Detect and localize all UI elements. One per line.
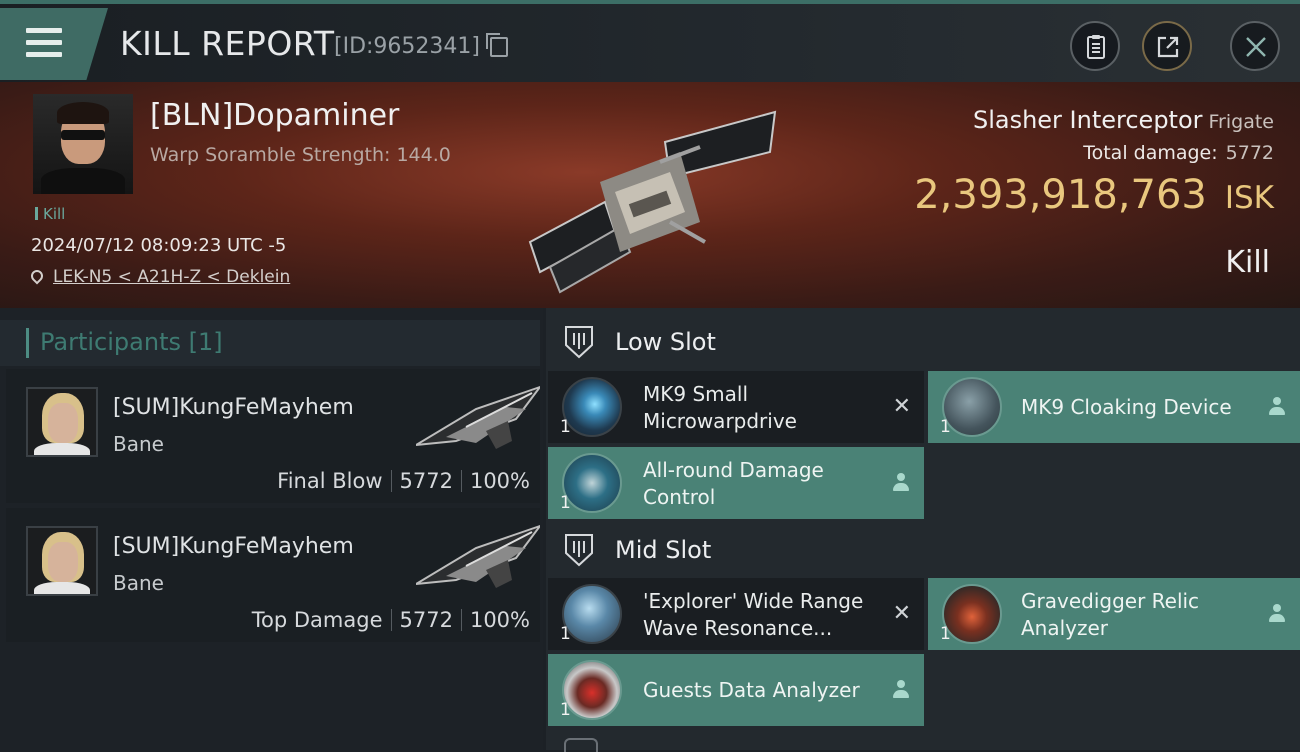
module-item[interactable]: 1 MK9 Cloaking Device bbox=[928, 371, 1300, 443]
module-name: Gravedigger Relic Analyzer bbox=[1021, 588, 1199, 642]
relic-analyzer-icon bbox=[942, 584, 1002, 644]
module-quantity: 1 bbox=[560, 493, 571, 513]
result-label: Kill bbox=[1225, 245, 1270, 280]
module-name-line1: Gravedigger Relic bbox=[1021, 589, 1200, 613]
participant-row[interactable]: [SUM]KungFeMayhem Bane Final Blow 5772 100… bbox=[6, 369, 540, 503]
ship-class: Frigate bbox=[1208, 111, 1274, 133]
module-name: Guests Data Analyzer bbox=[643, 678, 860, 702]
module-name: MK9 Small Microwarpdrive bbox=[643, 381, 797, 435]
module-name-line1: All-round Damage bbox=[643, 458, 824, 482]
participant-row[interactable]: [SUM]KungFeMayhem Bane Top Damage 5772 100… bbox=[6, 508, 540, 642]
module-quantity: 1 bbox=[560, 417, 571, 437]
module-item[interactable]: 1 'Explorer' Wide Range Wave Resonance...… bbox=[548, 578, 924, 650]
participant-name: [SUM]KungFeMayhem bbox=[113, 395, 354, 420]
module-name-line1: 'Explorer' Wide Range bbox=[643, 589, 864, 613]
participant-stats: Final Blow 5772 100% bbox=[277, 469, 530, 493]
participant-ship: Bane bbox=[113, 571, 164, 595]
participants-panel: Participants [1] [SUM]KungFeMayhem Bane … bbox=[0, 308, 543, 750]
mid-slot-icon bbox=[565, 534, 593, 567]
module-name-line2: Control bbox=[643, 485, 716, 509]
cloaking-device-icon bbox=[942, 377, 1002, 437]
participant-ship-image bbox=[416, 385, 540, 449]
module-quantity: 1 bbox=[940, 417, 951, 437]
module-item[interactable]: 1 All-round Damage Control bbox=[548, 447, 924, 519]
module-name: MK9 Cloaking Device bbox=[1021, 395, 1232, 419]
module-name-line2: Analyzer bbox=[1021, 616, 1109, 640]
module-quantity: 1 bbox=[940, 624, 951, 644]
victim-summary: [BLN]Dopaminer Warp Soramble Strength: 1… bbox=[0, 82, 1300, 308]
module-item[interactable]: 1 Gravedigger Relic Analyzer bbox=[928, 578, 1300, 650]
participant-ship: Bane bbox=[113, 432, 164, 456]
module-name: All-round Damage Control bbox=[643, 457, 824, 511]
clipboard-button[interactable] bbox=[1070, 21, 1120, 71]
total-damage-label: Total damage: bbox=[1083, 142, 1218, 164]
wave-resonance-icon bbox=[562, 584, 622, 644]
dropped-pilot-icon bbox=[892, 680, 910, 700]
participant-stats: Top Damage 5772 100% bbox=[252, 608, 530, 632]
module-name-line2: Microwarpdrive bbox=[643, 409, 797, 433]
victim-ship-image bbox=[528, 110, 777, 294]
close-button[interactable] bbox=[1230, 21, 1280, 71]
share-button[interactable] bbox=[1142, 21, 1192, 71]
victim-ship[interactable]: Slasher Interceptor Frigate bbox=[973, 106, 1274, 134]
module-item[interactable]: 1 MK9 Small Microwarpdrive ✕ bbox=[548, 371, 924, 443]
participant-name: [SUM]KungFeMayhem bbox=[113, 534, 354, 559]
module-name-line2: Wave Resonance... bbox=[643, 616, 833, 640]
kill-location[interactable]: LEK-N5 < A21H-Z < Deklein bbox=[31, 267, 290, 287]
top-bar: KILL REPORT [ID:9652341] bbox=[0, 0, 1300, 82]
isk-unit: ISK bbox=[1224, 180, 1274, 216]
mid-slot-title: Mid Slot bbox=[615, 536, 712, 564]
module-name-line1: MK9 Small bbox=[643, 382, 748, 406]
destroyed-icon: ✕ bbox=[892, 394, 911, 419]
menu-button[interactable] bbox=[0, 8, 108, 80]
stat-label: Final Blow bbox=[277, 469, 383, 493]
stat-damage: 5772 bbox=[399, 469, 453, 493]
stat-percent: 100% bbox=[469, 469, 530, 493]
kill-timestamp: 2024/07/12 08:09:23 UTC -5 bbox=[31, 235, 287, 256]
close-icon bbox=[1246, 37, 1266, 57]
low-slot-title: Low Slot bbox=[615, 328, 716, 356]
dropped-pilot-icon bbox=[892, 473, 910, 493]
participants-title: Participants [1] bbox=[40, 328, 223, 356]
page-title: KILL REPORT bbox=[120, 24, 335, 63]
report-id: [ID:9652341] bbox=[334, 34, 480, 59]
copy-icon[interactable] bbox=[486, 33, 508, 57]
module-quantity: 1 bbox=[560, 624, 571, 644]
hamburger-icon bbox=[26, 28, 62, 64]
dropped-pilot-icon bbox=[1268, 604, 1286, 624]
mid-slot-header: Mid Slot bbox=[546, 520, 1300, 580]
participants-header: Participants [1] bbox=[0, 320, 540, 366]
module-name: 'Explorer' Wide Range Wave Resonance... bbox=[643, 588, 863, 642]
destroyed-icon: ✕ bbox=[892, 601, 911, 626]
microwarpdrive-icon bbox=[562, 377, 622, 437]
clipboard-icon bbox=[1087, 35, 1105, 59]
low-slot-header: Low Slot bbox=[546, 312, 1300, 372]
damage-control-icon bbox=[562, 453, 622, 513]
participant-avatar[interactable] bbox=[26, 387, 98, 457]
module-quantity: 1 bbox=[560, 700, 571, 720]
total-damage: Total damage: 5772 bbox=[1083, 142, 1274, 164]
ship-name: Slasher Interceptor bbox=[972, 106, 1203, 134]
stat-damage: 5772 bbox=[399, 608, 453, 632]
isk-value: 2,393,918,763 ISK bbox=[914, 172, 1274, 218]
participant-ship-image bbox=[416, 524, 540, 588]
kill-tag: Kill bbox=[35, 205, 65, 223]
location-link[interactable]: LEK-N5 < A21H-Z < Deklein bbox=[53, 267, 290, 287]
data-analyzer-icon bbox=[562, 660, 622, 720]
low-slot-icon bbox=[565, 326, 593, 359]
module-item[interactable]: 1 Guests Data Analyzer bbox=[548, 654, 924, 726]
stat-percent: 100% bbox=[469, 608, 530, 632]
warp-scramble-strength: Warp Soramble Strength: 144.0 bbox=[150, 144, 451, 166]
victim-avatar[interactable] bbox=[33, 94, 133, 194]
total-damage-value: 5772 bbox=[1225, 142, 1274, 164]
dropped-pilot-icon bbox=[1268, 397, 1286, 417]
stat-label: Top Damage bbox=[251, 608, 383, 632]
fitting-panel: Low Slot 1 MK9 Small Microwarpdrive ✕ 1 M… bbox=[546, 308, 1300, 752]
isk-amount: 2,393,918,763 bbox=[914, 172, 1207, 218]
participant-avatar[interactable] bbox=[26, 526, 98, 596]
victim-name[interactable]: [BLN]Dopaminer bbox=[150, 98, 399, 133]
share-icon bbox=[1157, 36, 1179, 58]
